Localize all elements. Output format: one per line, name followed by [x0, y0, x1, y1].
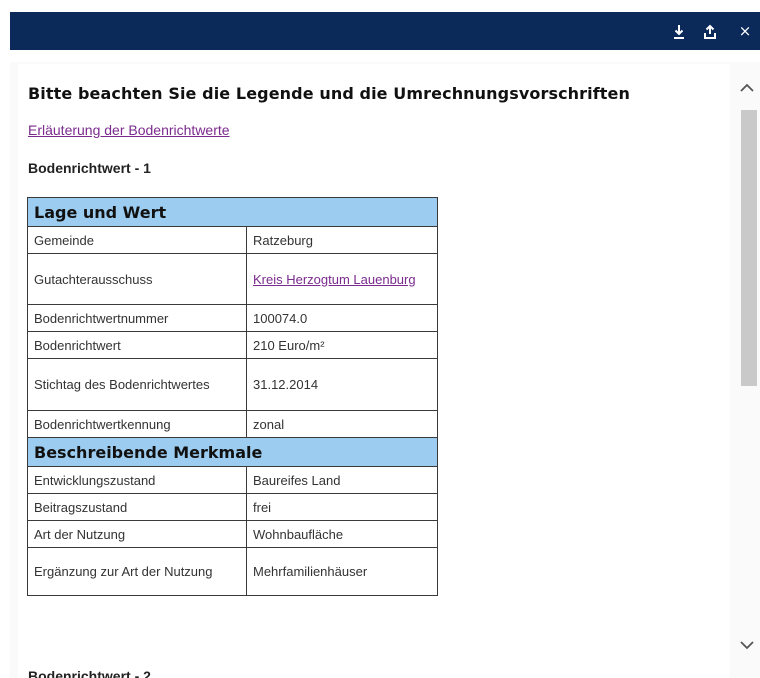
land-value-table: Lage und Wert Gemeinde Ratzeburg Gutacht…: [27, 197, 438, 596]
section-header-location: Lage und Wert: [27, 197, 438, 227]
row-key: Gutachterausschuss: [27, 253, 247, 305]
row-key: Ergänzung zur Art der Nutzung: [27, 547, 247, 596]
panel-content: Bitte beachten Sie die Legende und die U…: [18, 64, 730, 678]
top-area: ×: [0, 0, 760, 62]
row-value: frei: [246, 493, 438, 521]
table-row: Bodenrichtwertkennung zonal: [27, 410, 438, 438]
row-value: zonal: [246, 410, 438, 438]
legend-heading: Bitte beachten Sie die Legende und die U…: [28, 84, 630, 103]
row-value: Kreis Herzogtum Lauenburg: [246, 253, 438, 305]
row-value: Ratzeburg: [246, 226, 438, 254]
row-key: Bodenrichtwert: [27, 331, 247, 359]
window-titlebar: ×: [10, 12, 760, 50]
row-value: 31.12.2014: [246, 358, 438, 411]
table-row: Stichtag des Bodenrichtwertes 31.12.2014: [27, 358, 438, 411]
table-row: Entwicklungszustand Baureifes Land: [27, 466, 438, 494]
table-section-header: Lage und Wert: [27, 197, 438, 227]
row-key: Bodenrichtwertkennung: [27, 410, 247, 438]
section-title-2: Bodenrichtwert - 2: [28, 668, 151, 678]
row-key: Art der Nutzung: [27, 520, 247, 548]
scrollbar-thumb[interactable]: [741, 110, 757, 386]
row-value: Mehrfamilienhäuser: [246, 547, 438, 596]
table-row: Gemeinde Ratzeburg: [27, 226, 438, 254]
share-icon[interactable]: [699, 12, 721, 50]
table-row: Bodenrichtwert 210 Euro/m²: [27, 331, 438, 359]
table-row: Bodenrichtwertnummer 100074.0: [27, 304, 438, 332]
explanation-link[interactable]: Erläuterung der Bodenrichtwerte: [28, 122, 230, 138]
row-value: Wohnbaufläche: [246, 520, 438, 548]
table-row: Gutachterausschuss Kreis Herzogtum Lauen…: [27, 253, 438, 305]
row-key: Beitragszustand: [27, 493, 247, 521]
row-key: Entwicklungszustand: [27, 466, 247, 494]
section-header-features: Beschreibende Merkmale: [27, 437, 438, 467]
close-icon[interactable]: ×: [734, 12, 756, 50]
download-icon[interactable]: [668, 12, 690, 50]
table-section-header: Beschreibende Merkmale: [27, 437, 438, 467]
info-panel: Bitte beachten Sie die Legende und die U…: [10, 62, 760, 678]
scroll-down-icon[interactable]: [737, 635, 757, 655]
scroll-up-icon[interactable]: [737, 78, 757, 98]
section-title-1: Bodenrichtwert - 1: [28, 160, 151, 176]
row-key: Gemeinde: [27, 226, 247, 254]
row-key: Stichtag des Bodenrichtwertes: [27, 358, 247, 411]
row-key: Bodenrichtwertnummer: [27, 304, 247, 332]
row-value: Baureifes Land: [246, 466, 438, 494]
table-row: Beitragszustand frei: [27, 493, 438, 521]
table-row: Ergänzung zur Art der Nutzung Mehrfamili…: [27, 547, 438, 596]
committee-link[interactable]: Kreis Herzogtum Lauenburg: [253, 272, 416, 287]
row-value: 210 Euro/m²: [246, 331, 438, 359]
table-row: Art der Nutzung Wohnbaufläche: [27, 520, 438, 548]
row-value: 100074.0: [246, 304, 438, 332]
